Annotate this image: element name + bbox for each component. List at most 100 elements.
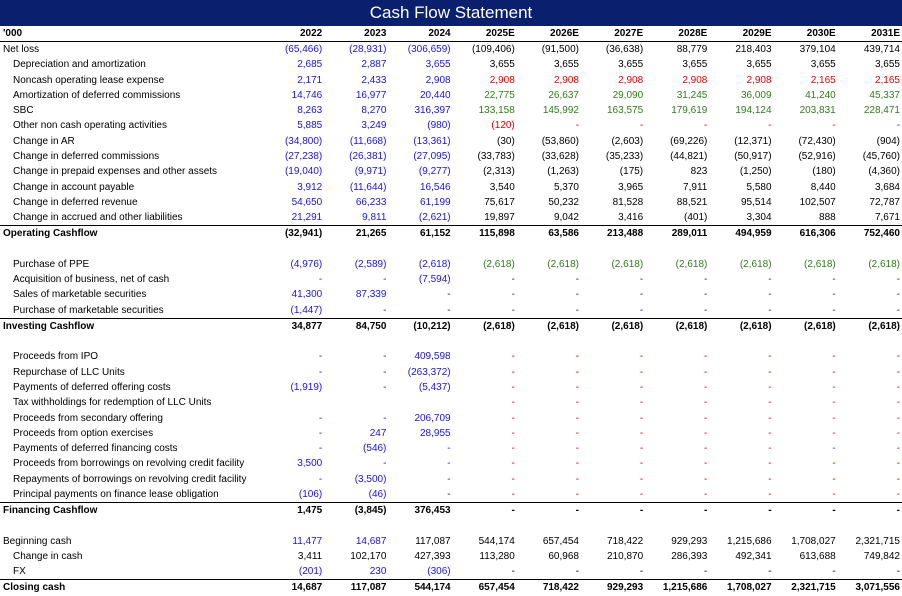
value-cell: 427,393 — [414, 550, 451, 562]
value-cell: 163,575 — [607, 105, 644, 117]
value-cell: - — [832, 443, 836, 455]
value-cell: - — [768, 443, 772, 455]
value-cell: (34,800) — [284, 135, 323, 147]
value-cell: (2,618) — [483, 258, 515, 270]
value-cell: (1,250) — [739, 166, 772, 178]
value-cell: - — [896, 366, 900, 378]
value-cell — [517, 241, 581, 256]
value-cell: - — [704, 397, 708, 409]
value-cell: - — [773, 501, 838, 519]
value-cell: - — [832, 397, 836, 409]
table-row: Principal payments on finance lease obli… — [0, 487, 902, 503]
value-cell — [645, 518, 709, 533]
row-label: Proceeds from option exercises — [13, 427, 154, 439]
value-cell: - — [768, 381, 772, 393]
value-cell: - — [575, 366, 579, 378]
value-cell: - — [837, 501, 902, 519]
value-cell: - — [511, 443, 515, 455]
value-cell: - — [511, 458, 515, 470]
value-cell: 113,280 — [479, 550, 515, 562]
year-header: 2030E — [773, 26, 838, 42]
value-cell: - — [639, 304, 644, 316]
value-cell — [260, 334, 324, 349]
value-cell: 247 — [369, 427, 387, 439]
value-cell: (32,941) — [260, 225, 325, 242]
row-label: Tax withholdings for redemption of LLC U… — [13, 397, 212, 409]
value-cell: 28,955 — [420, 427, 451, 439]
value-cell: - — [704, 443, 708, 455]
value-cell: (4,976) — [290, 258, 323, 270]
value-cell: - — [639, 289, 644, 301]
value-cell: (1,263) — [547, 166, 579, 178]
value-cell: - — [511, 351, 515, 363]
value-cell: - — [832, 366, 836, 378]
value-cell: 16,977 — [355, 89, 387, 101]
value-cell: (263,372) — [407, 366, 451, 378]
value-cell: 72,787 — [869, 196, 900, 208]
spacer-row — [0, 241, 902, 256]
value-cell: - — [318, 443, 323, 455]
value-cell: (546) — [363, 443, 387, 455]
value-cell: (27,095) — [413, 150, 451, 162]
value-cell: - — [511, 304, 515, 316]
total-row: Closing cash 14,687 117,087 544,174 657,454 7… — [0, 579, 902, 596]
table-row: Change in account payable 3,912 (11,644) 16… — [0, 179, 902, 194]
value-cell: - — [511, 473, 515, 485]
value-cell: - — [318, 473, 323, 485]
value-cell — [324, 334, 388, 349]
value-cell: (1,919) — [290, 381, 323, 393]
value-cell: - — [318, 427, 323, 439]
value-cell: (2,618) — [418, 258, 451, 270]
value-cell — [709, 334, 773, 349]
row-label: SBC — [13, 105, 34, 117]
value-cell — [838, 334, 902, 349]
value-cell: - — [704, 458, 708, 470]
value-cell: - — [639, 443, 644, 455]
value-cell: (33,783) — [477, 150, 515, 162]
value-cell — [838, 518, 902, 533]
value-cell — [581, 334, 645, 349]
value-cell — [453, 334, 517, 349]
row-label: Financing Cashflow — [0, 501, 261, 519]
value-cell: 3,655 — [618, 59, 644, 71]
row-label — [0, 334, 260, 349]
value-cell: 3,500 — [297, 458, 323, 470]
value-cell: 88,779 — [676, 44, 708, 56]
value-cell: 5,885 — [297, 120, 323, 132]
value-cell: (2,618) — [645, 317, 710, 335]
value-cell: (201) — [298, 566, 323, 578]
value-cell: (35,233) — [605, 150, 644, 162]
value-cell: 8,440 — [810, 181, 836, 193]
value-cell: - — [704, 473, 708, 485]
table-row: Change in cash 3,411 102,170 427,393 113,280… — [0, 549, 902, 564]
value-cell: - — [511, 488, 515, 500]
value-cell: - — [639, 274, 644, 286]
value-cell — [645, 241, 709, 256]
value-cell: - — [832, 381, 836, 393]
value-cell: 439,714 — [863, 44, 900, 56]
value-cell: - — [447, 443, 451, 455]
value-cell: - — [768, 304, 772, 316]
table-row: Sales of marketable securities 41,300 87,3… — [0, 287, 902, 302]
value-cell: - — [896, 443, 900, 455]
table-row: SBC 8,263 8,270 316,397 133,158 145,992 163,57… — [0, 103, 902, 118]
value-cell: (13,361) — [413, 135, 451, 147]
value-cell: 1,215,686 — [645, 579, 710, 596]
row-label: Change in account payable — [13, 181, 135, 193]
value-cell: - — [896, 120, 900, 132]
row-label: Repurchase of LLC Units — [13, 366, 125, 378]
value-cell: 63,586 — [516, 225, 581, 242]
value-cell — [324, 518, 388, 533]
value-cell: (2,618) — [739, 258, 772, 270]
value-cell: - — [639, 381, 644, 393]
value-cell: (45,760) — [862, 150, 900, 162]
value-cell: (175) — [619, 166, 644, 178]
value-cell: - — [704, 427, 708, 439]
value-cell: (306) — [427, 566, 451, 578]
value-cell: 718,422 — [516, 579, 581, 596]
value-cell: 1,708,027 — [709, 579, 774, 596]
value-cell: 316,397 — [414, 105, 451, 117]
value-cell: - — [832, 488, 836, 500]
value-cell: 88,521 — [676, 196, 708, 208]
value-cell: - — [511, 566, 515, 578]
